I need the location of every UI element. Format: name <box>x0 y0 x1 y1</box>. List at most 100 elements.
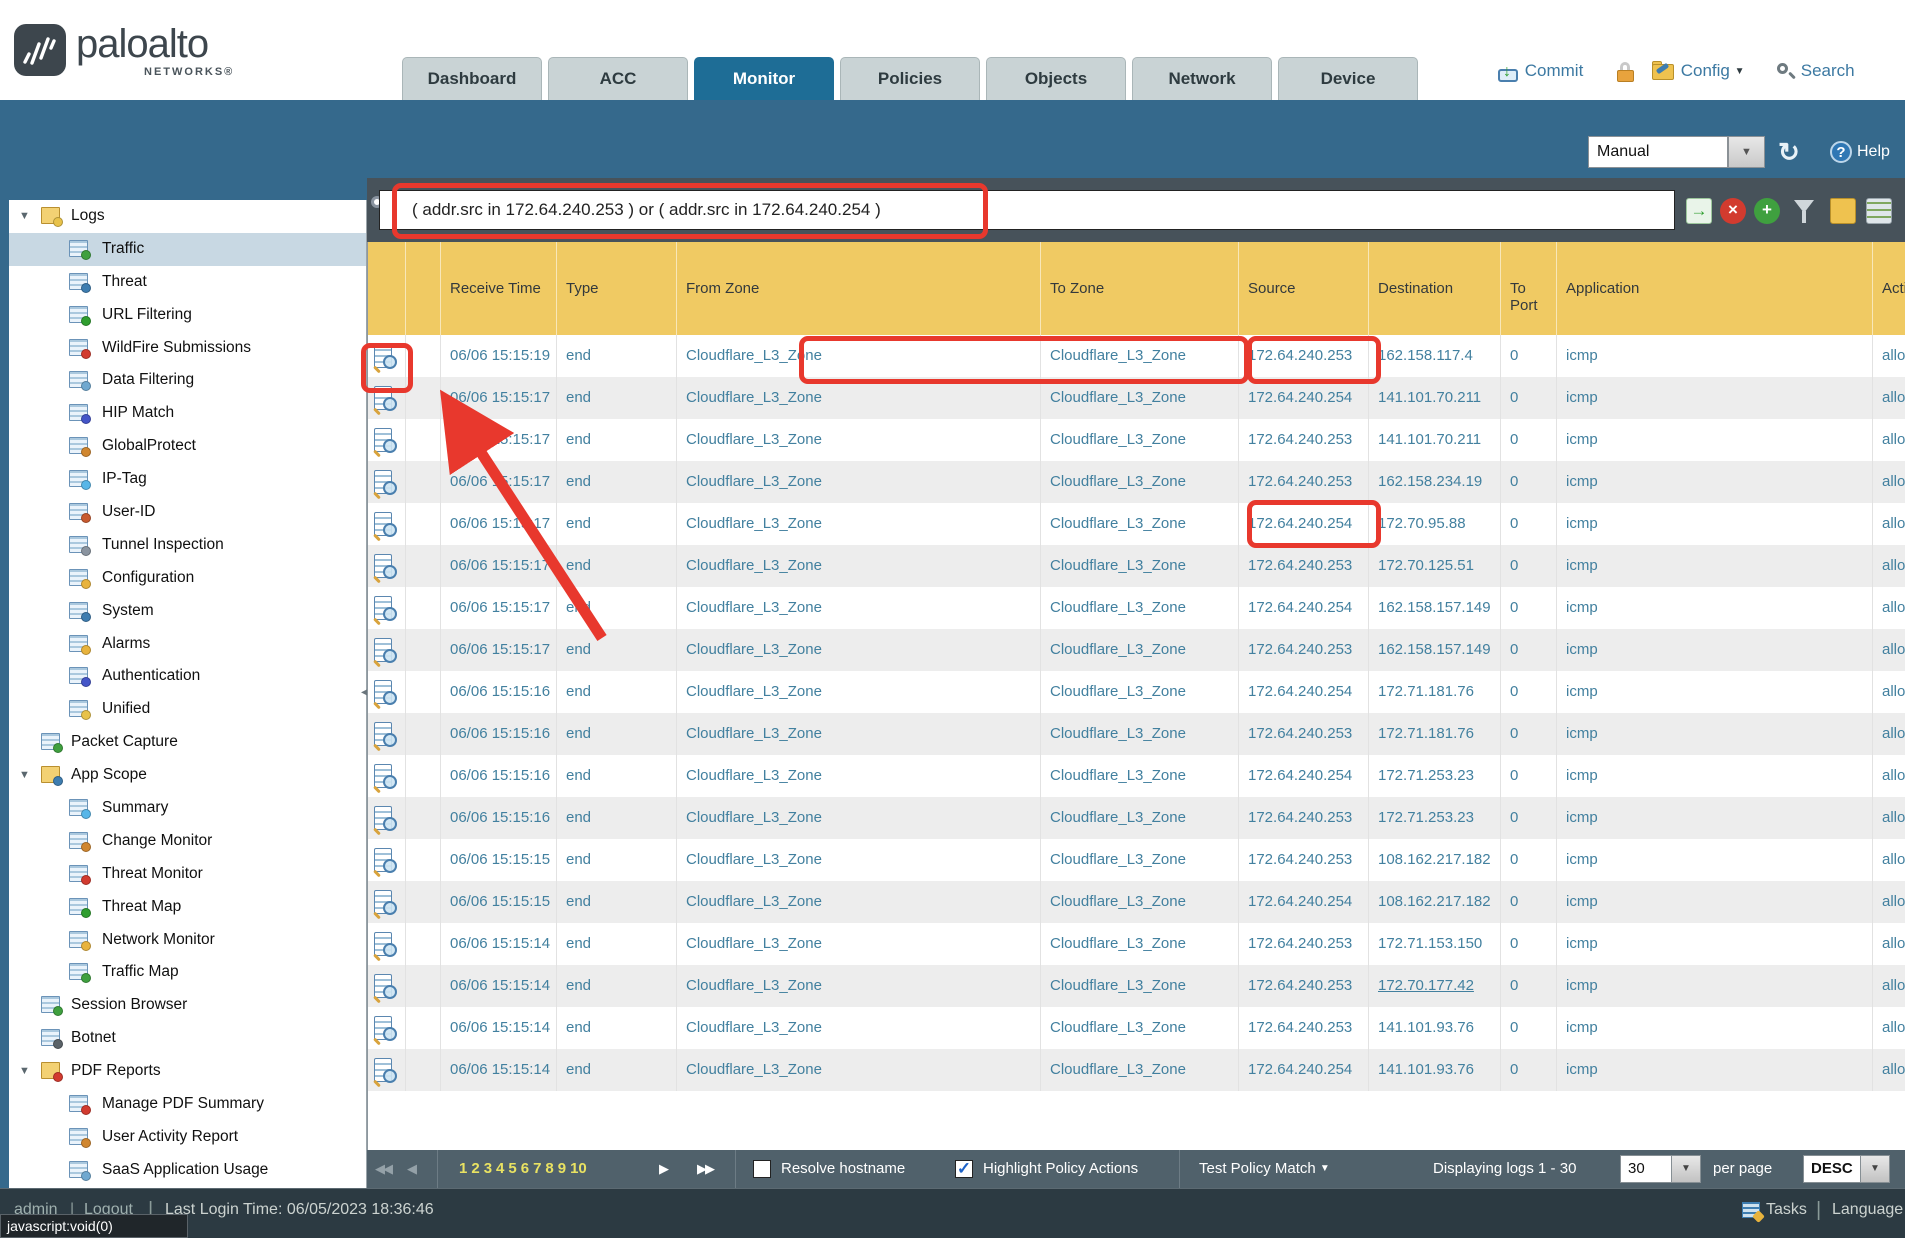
tab-objects[interactable]: Objects <box>986 57 1126 100</box>
table-row[interactable]: 06/06 15:15:16endCloudflare_L3_ZoneCloud… <box>368 671 1905 713</box>
first-page-button[interactable]: ◀◀ <box>375 1150 391 1188</box>
sidebar-item-unified[interactable]: Unified <box>9 693 366 726</box>
load-filter-folder-icon[interactable] <box>1830 198 1856 224</box>
page-number-4[interactable]: 4 <box>496 1150 504 1188</box>
cell-destination[interactable]: 172.70.177.42 <box>1369 965 1501 1007</box>
page-number-2[interactable]: 2 <box>471 1150 479 1188</box>
table-row[interactable]: 06/06 15:15:16endCloudflare_L3_ZoneCloud… <box>368 713 1905 755</box>
search-button[interactable]: Search <box>1776 56 1855 86</box>
log-detail-icon[interactable] <box>374 890 392 914</box>
column-header-to-zone[interactable]: To Zone <box>1041 242 1239 335</box>
sidebar-item-app-scope[interactable]: ▼App Scope <box>9 759 366 792</box>
log-filter-input[interactable]: ( addr.src in 172.64.240.253 ) or ( addr… <box>379 190 1675 230</box>
table-row[interactable]: 06/06 15:15:14endCloudflare_L3_ZoneCloud… <box>368 1007 1905 1049</box>
page-number-10[interactable]: 10 <box>570 1150 587 1188</box>
per-page-input[interactable]: 30 <box>1620 1155 1672 1183</box>
log-detail-icon[interactable] <box>374 806 392 830</box>
table-row[interactable]: 06/06 15:15:14endCloudflare_L3_ZoneCloud… <box>368 1049 1905 1091</box>
sort-order-select[interactable]: DESC <box>1803 1155 1861 1183</box>
column-header-destination[interactable]: Destination <box>1369 242 1501 335</box>
last-page-button[interactable]: ▶▶ <box>697 1150 713 1188</box>
cell-destination[interactable]: 141.101.93.76 <box>1369 1007 1501 1049</box>
page-number-7[interactable]: 7 <box>533 1150 541 1188</box>
column-header-type[interactable]: Type <box>557 242 677 335</box>
cell-destination[interactable]: 141.101.93.76 <box>1369 1049 1501 1091</box>
cell-destination[interactable]: 141.101.70.211 <box>1369 419 1501 461</box>
column-header-from-zone[interactable]: From Zone <box>677 242 1041 335</box>
tree-expand-icon[interactable]: ▼ <box>19 200 30 233</box>
column-header-time[interactable]: Receive Time <box>441 242 557 335</box>
tasks-button[interactable]: Tasks <box>1742 1201 1807 1219</box>
log-detail-icon[interactable] <box>374 554 392 578</box>
sidebar-item-traffic[interactable]: Traffic <box>9 233 366 266</box>
table-row[interactable]: 06/06 15:15:17endCloudflare_L3_ZoneCloud… <box>368 503 1905 545</box>
tab-acc[interactable]: ACC <box>548 57 688 100</box>
page-number-8[interactable]: 8 <box>545 1150 553 1188</box>
sidebar-item-globalprotect[interactable]: GlobalProtect <box>9 430 366 463</box>
sidebar-item-network-monitor[interactable]: Network Monitor <box>9 924 366 957</box>
cell-destination[interactable]: 162.158.234.19 <box>1369 461 1501 503</box>
sidebar-item-configuration[interactable]: Configuration <box>9 562 366 595</box>
language-button[interactable]: Language <box>1832 1201 1903 1219</box>
log-detail-icon[interactable] <box>374 428 392 452</box>
log-detail-icon[interactable] <box>374 386 392 410</box>
table-row[interactable]: 06/06 15:15:15endCloudflare_L3_ZoneCloud… <box>368 839 1905 881</box>
cell-destination[interactable]: 172.71.181.76 <box>1369 713 1501 755</box>
cell-destination[interactable]: 162.158.117.4 <box>1369 335 1501 377</box>
sidebar-item-data-filtering[interactable]: Data Filtering <box>9 364 366 397</box>
log-detail-icon[interactable] <box>374 764 392 788</box>
filter-builder-icon[interactable] <box>1794 200 1814 213</box>
sidebar-item-saas-application-usage[interactable]: SaaS Application Usage <box>9 1154 366 1187</box>
sidebar-item-threat-map[interactable]: Threat Map <box>9 891 366 924</box>
log-detail-icon[interactable] <box>374 974 392 998</box>
sidebar-item-user-activity-report[interactable]: User Activity Report <box>9 1121 366 1154</box>
add-filter-icon[interactable]: + <box>1754 198 1780 224</box>
sidebar-item-threat[interactable]: Threat <box>9 266 366 299</box>
chevron-down-icon[interactable]: ▼ <box>1728 136 1765 168</box>
table-row[interactable]: 06/06 15:15:14endCloudflare_L3_ZoneCloud… <box>368 965 1905 1007</box>
table-row[interactable]: 06/06 15:15:17endCloudflare_L3_ZoneCloud… <box>368 377 1905 419</box>
log-detail-icon[interactable] <box>374 848 392 872</box>
cell-destination[interactable]: 172.71.181.76 <box>1369 671 1501 713</box>
cell-destination[interactable]: 162.158.157.149 <box>1369 587 1501 629</box>
refresh-icon[interactable]: ↻ <box>1778 138 1806 166</box>
prev-page-button[interactable]: ◀ <box>407 1150 415 1188</box>
per-page-dropdown-arrow[interactable]: ▼ <box>1671 1155 1701 1183</box>
apply-filter-icon[interactable]: → <box>1686 198 1712 224</box>
cell-destination[interactable]: 172.71.253.23 <box>1369 755 1501 797</box>
log-detail-icon[interactable] <box>374 932 392 956</box>
table-row[interactable]: 06/06 15:15:19endCloudflare_L3_ZoneCloud… <box>368 335 1905 377</box>
cell-destination[interactable]: 108.162.217.182 <box>1369 839 1501 881</box>
log-detail-icon[interactable] <box>374 344 392 368</box>
tab-monitor[interactable]: Monitor <box>694 57 834 100</box>
cell-destination[interactable]: 141.101.70.211 <box>1369 377 1501 419</box>
column-header-application[interactable]: Application <box>1557 242 1873 335</box>
column-header-to-port[interactable]: To Port <box>1501 242 1557 335</box>
tab-network[interactable]: Network <box>1132 57 1272 100</box>
log-detail-icon[interactable] <box>374 512 392 536</box>
sidebar-item-hip-match[interactable]: HIP Match <box>9 397 366 430</box>
page-number-5[interactable]: 5 <box>508 1150 516 1188</box>
cell-destination[interactable]: 172.71.153.150 <box>1369 923 1501 965</box>
test-policy-match-button[interactable]: Test Policy Match ▼ <box>1199 1150 1330 1188</box>
log-detail-icon[interactable] <box>374 722 392 746</box>
page-number-1[interactable]: 1 <box>459 1150 467 1188</box>
cell-destination[interactable]: 108.162.217.182 <box>1369 881 1501 923</box>
tab-device[interactable]: Device <box>1278 57 1418 100</box>
sidebar-item-summary[interactable]: Summary <box>9 792 366 825</box>
sidebar-item-botnet[interactable]: Botnet <box>9 1022 366 1055</box>
table-row[interactable]: 06/06 15:15:16endCloudflare_L3_ZoneCloud… <box>368 797 1905 839</box>
resolve-hostname-checkbox[interactable] <box>753 1160 771 1178</box>
table-row[interactable]: 06/06 15:15:17endCloudflare_L3_ZoneCloud… <box>368 587 1905 629</box>
export-grid-icon[interactable] <box>1866 198 1892 224</box>
cell-destination[interactable]: 172.70.125.51 <box>1369 545 1501 587</box>
highlight-policy-actions-checkbox[interactable]: ✓ <box>955 1160 973 1178</box>
lock-button[interactable] <box>1616 56 1636 86</box>
table-row[interactable]: 06/06 15:15:17endCloudflare_L3_ZoneCloud… <box>368 461 1905 503</box>
sidebar-item-logs[interactable]: ▼Logs <box>9 200 366 233</box>
log-detail-icon[interactable] <box>374 596 392 620</box>
sidebar-item-system[interactable]: System <box>9 595 366 628</box>
table-row[interactable]: 06/06 15:15:16endCloudflare_L3_ZoneCloud… <box>368 755 1905 797</box>
sidebar-item-alarms[interactable]: Alarms <box>9 628 366 661</box>
clear-filter-icon[interactable]: × <box>1720 198 1746 224</box>
